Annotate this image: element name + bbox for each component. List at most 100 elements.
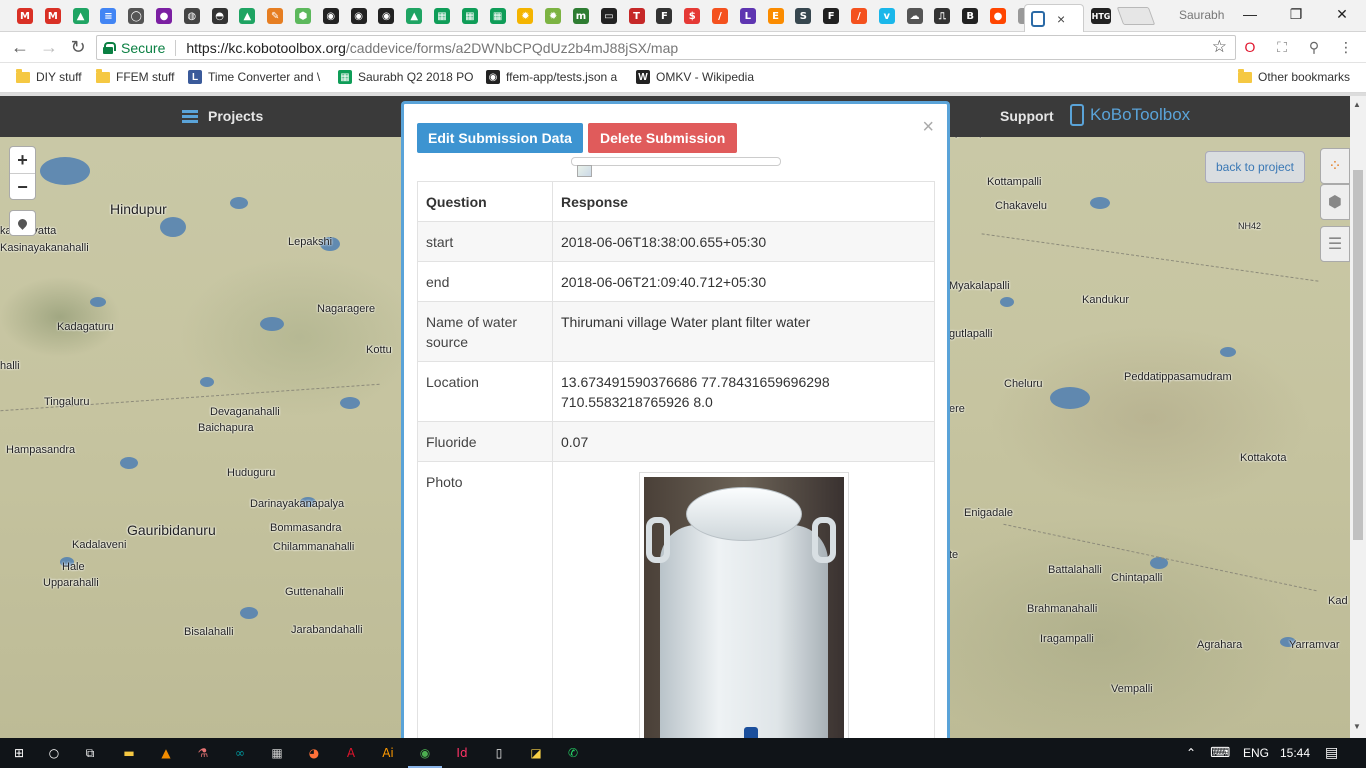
browser-tab[interactable]: m [568,4,594,28]
browser-tab[interactable]: ▲ [68,4,94,28]
bookmark-item[interactable]: ◉ ffem-app/tests.json a [486,70,617,84]
browser-tab[interactable]: ▦ [429,4,455,28]
projects-menu[interactable]: Projects [182,108,263,124]
arduino-icon[interactable]: ∞ [229,742,251,764]
illustrator-icon[interactable]: Ai [377,742,399,764]
close-tab-icon[interactable]: × [1057,11,1065,27]
browser-tab[interactable]: E [763,4,789,28]
tray-overflow-icon[interactable]: ⌃ [1186,746,1196,760]
browser-tab[interactable]: ▲ [401,4,427,28]
firefox-icon[interactable]: ◕ [303,742,325,764]
browser-tab[interactable]: S [790,4,816,28]
notepad-icon[interactable]: ▯ [488,742,510,764]
edit-submission-button[interactable]: Edit Submission Data [417,123,583,153]
browser-tab[interactable]: / [846,4,872,28]
new-tab-button[interactable] [1116,7,1156,25]
scroll-thumb[interactable] [1353,170,1363,540]
bookmark-item[interactable]: FFEM stuff [96,68,174,84]
close-window-button[interactable]: ✕ [1322,2,1362,26]
pdf-icon[interactable]: ⛶ [1274,39,1290,55]
close-icon[interactable]: × [922,116,934,139]
browser-tab[interactable]: ✎ [262,4,288,28]
bookmark-item[interactable]: W OMKV - Wikipedia [636,70,754,84]
heatmap-toggle[interactable]: ⁘ [1320,148,1350,184]
bookmark-item[interactable]: ▦ Saurabh Q2 2018 PO [338,70,473,84]
cortana-icon[interactable]: ○ [43,742,65,764]
opera-icon[interactable]: O [1242,39,1258,55]
browser-tab[interactable]: ✹ [540,4,566,28]
photo-thumbnail[interactable] [639,472,849,738]
browser-tab[interactable]: ◍ [179,4,205,28]
restore-button[interactable]: ❐ [1276,2,1316,26]
browser-tab[interactable]: T [624,4,650,28]
browser-tab[interactable]: B [957,4,983,28]
bookmark-item[interactable]: L Time Converter and \ [188,70,320,84]
calculator-icon[interactable]: ▦ [266,742,288,764]
layers-toggle[interactable]: ☰ [1320,226,1350,262]
action-center-icon[interactable]: ▤ [1325,744,1338,761]
browser-tab[interactable]: ≡ [95,4,121,28]
indesign-icon[interactable]: Id [451,742,473,764]
delete-submission-button[interactable]: Delete Submission [588,123,738,153]
browser-tab[interactable]: L [735,4,761,28]
active-tab-kobo[interactable]: × [1024,4,1084,32]
browser-tab[interactable]: ◓ [207,4,233,28]
browser-tab[interactable]: v [874,4,900,28]
browser-tab[interactable]: ● [151,4,177,28]
browser-tab[interactable]: ● [985,4,1011,28]
chrome-icon[interactable]: ◉ [408,742,442,768]
windows-start-icon[interactable]: ⊞ [8,742,30,764]
support-link[interactable]: Support [1000,108,1054,124]
address-bar[interactable]: Secure https://kc.kobotoolbox.org/caddev… [96,35,1236,60]
profile-name[interactable]: Saurabh [1179,8,1224,22]
browser-tab[interactable]: ☁ [902,4,928,28]
kobotoolbox-logo[interactable]: KoBoToolbox [1070,104,1190,126]
scroll-up-icon[interactable]: ▲ [1353,100,1361,109]
minimize-button[interactable]: — [1230,2,1270,26]
zoom-in-button[interactable]: + [10,147,35,173]
browser-tab[interactable]: M [40,4,66,28]
back-to-project-button[interactable]: back to project [1205,151,1305,183]
browser-tab[interactable]: ▦ [485,4,511,28]
browser-tab[interactable]: $ [679,4,705,28]
sticky-notes-icon[interactable]: ◪ [525,742,547,764]
browser-tab[interactable]: F [651,4,677,28]
browser-tab[interactable]: ◯ [123,4,149,28]
browser-tab[interactable]: M [12,4,38,28]
browser-tab[interactable]: ▭ [596,4,622,28]
bookmark-star-icon[interactable]: ☆ [1212,37,1227,57]
bookmark-item[interactable]: DIY stuff [16,68,82,84]
reload-icon[interactable]: ↻ [66,36,90,60]
zoom-out-button[interactable]: − [10,173,35,199]
browser-tab[interactable]: F [818,4,844,28]
browser-tab[interactable]: ▦ [457,4,483,28]
clock[interactable]: 15:44 [1280,746,1310,760]
forward-arrow-icon[interactable]: → [37,36,61,60]
back-arrow-icon[interactable]: ← [8,36,32,60]
vlc-icon[interactable]: ▲ [155,742,177,764]
whatsapp-icon[interactable]: ✆ [562,742,584,764]
menu-icon[interactable]: ⋮ [1338,39,1354,55]
other-bookmarks-folder[interactable]: Other bookmarks [1238,68,1350,84]
browser-tab[interactable]: ▲ [234,4,260,28]
browser-tab[interactable]: ✹ [512,4,538,28]
language-indicator[interactable]: ENG [1243,746,1269,760]
browser-tab[interactable]: ⎍ [929,4,955,28]
browser-tab[interactable]: ⬢ [290,4,316,28]
terminal-icon: ▭ [600,8,617,24]
hexbin-toggle[interactable]: ⬢ [1320,184,1350,220]
keyboard-icon[interactable]: ⌨ [1210,744,1230,761]
tab-htg[interactable]: HTG [1088,4,1114,28]
browser-tab[interactable]: ◉ [318,4,344,28]
locate-button[interactable] [9,210,36,236]
page-scrollbar[interactable]: ▲ ▼ [1350,96,1366,738]
flask-icon[interactable]: ⚗ [192,742,214,764]
acrobat-icon[interactable]: A [340,742,362,764]
browser-tab[interactable]: ◉ [373,4,399,28]
browser-tab[interactable]: ◉ [346,4,372,28]
task-view-icon[interactable]: ⧉ [79,742,101,764]
scroll-down-icon[interactable]: ▼ [1353,722,1361,731]
file-explorer-icon[interactable]: ▬ [118,742,140,764]
keep-icon[interactable]: ⚲ [1306,39,1322,55]
browser-tab[interactable]: / [707,4,733,28]
